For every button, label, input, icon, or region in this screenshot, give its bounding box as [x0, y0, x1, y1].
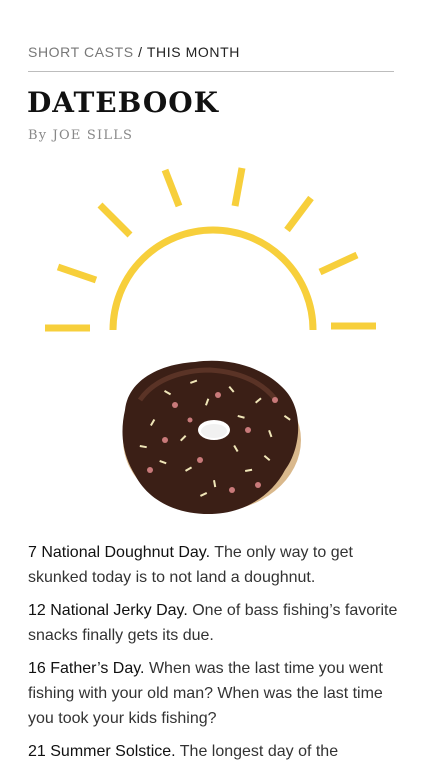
- entry-heading: 12 National Jerky Day.: [28, 602, 188, 619]
- breadcrumb: SHORT CASTS / THIS MONTH: [28, 44, 240, 60]
- entry-heading: 16 Father’s Day.: [28, 660, 145, 677]
- datebook-entry: 7 National Doughnut Day. The only way to…: [28, 540, 398, 590]
- page-title: DATEBOOK: [27, 86, 219, 119]
- doughnut-image: [122, 360, 301, 515]
- byline: By JOE SILLS: [28, 128, 134, 143]
- datebook-entry: 21 Summer Solstice. The longest day of t…: [28, 739, 398, 764]
- breadcrumb-current: THIS MONTH: [146, 44, 240, 60]
- article-illustration: [45, 167, 376, 515]
- datebook-entry: 16 Father’s Day. When was the last time …: [28, 656, 398, 731]
- entry-heading: 21 Summer Solstice.: [28, 743, 176, 760]
- breadcrumb-separator: /: [133, 44, 147, 60]
- header-divider: [28, 71, 394, 72]
- breadcrumb-section-link[interactable]: SHORT CASTS: [28, 44, 134, 60]
- datebook-entries: 7 National Doughnut Day. The only way to…: [28, 540, 398, 772]
- datebook-entry: 12 National Jerky Day. One of bass fishi…: [28, 598, 398, 648]
- entry-body: The longest day of the: [175, 743, 339, 760]
- entry-heading: 7 National Doughnut Day.: [28, 544, 211, 561]
- sun-icon: [45, 167, 376, 332]
